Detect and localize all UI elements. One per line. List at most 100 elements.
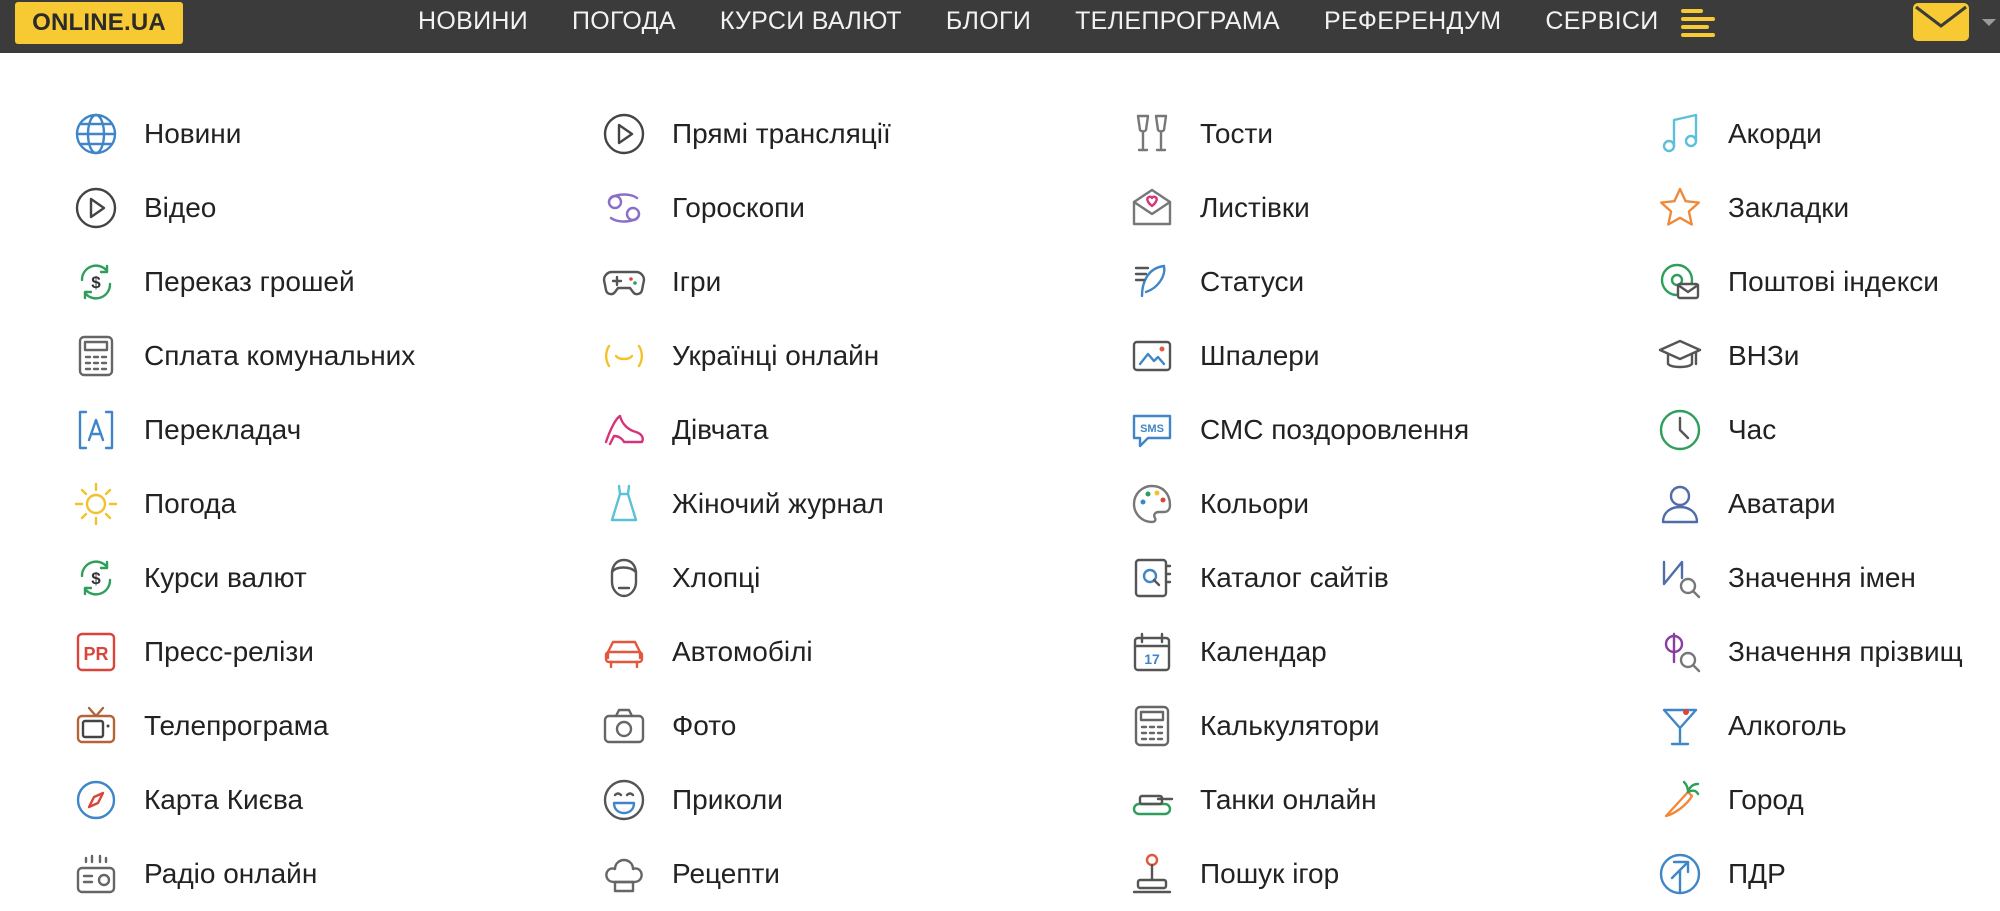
sun-icon bbox=[72, 480, 120, 528]
service-link[interactable]: Рецепти bbox=[600, 837, 891, 911]
service-link[interactable]: Новини bbox=[72, 97, 415, 171]
nav-weather[interactable]: ПОГОДА bbox=[572, 7, 676, 36]
service-link[interactable]: Сплата комунальних bbox=[72, 319, 415, 393]
service-link[interactable]: Фото bbox=[600, 689, 891, 763]
service-link[interactable]: Час bbox=[1656, 393, 1963, 467]
service-label: Автомобілі bbox=[672, 636, 813, 667]
calculator-icon bbox=[1128, 702, 1176, 750]
high-heel-icon bbox=[600, 406, 648, 454]
currency-icon: $ bbox=[72, 554, 120, 602]
service-link[interactable]: Алкоголь bbox=[1656, 689, 1963, 763]
nav-currency[interactable]: КУРСИ ВАЛЮТ bbox=[720, 7, 902, 36]
tv-icon bbox=[72, 702, 120, 750]
service-link[interactable]: SMS СМС поздоровлення bbox=[1128, 393, 1469, 467]
nav-services[interactable]: СЕРВІСИ bbox=[1545, 7, 1658, 36]
play-icon bbox=[600, 110, 648, 158]
service-link[interactable]: ВНЗи bbox=[1656, 319, 1963, 393]
mail-icon[interactable] bbox=[1912, 2, 1970, 42]
money-transfer-icon: $ bbox=[72, 258, 120, 306]
service-link[interactable]: Хлопці bbox=[600, 541, 891, 615]
nav-blogs[interactable]: БЛОГИ bbox=[946, 7, 1031, 36]
palette-icon bbox=[1128, 480, 1176, 528]
chevron-down-icon[interactable] bbox=[1982, 19, 1996, 26]
service-link[interactable]: Телепрограма bbox=[72, 689, 415, 763]
service-link[interactable]: Радіо онлайн bbox=[72, 837, 415, 911]
service-label: СМС поздоровлення bbox=[1200, 414, 1470, 445]
gamepad-icon bbox=[600, 258, 648, 306]
surname-search-icon bbox=[1656, 628, 1704, 676]
man-face-icon bbox=[600, 554, 648, 602]
service-link[interactable]: Тости bbox=[1128, 97, 1469, 171]
service-link[interactable]: Українці онлайн bbox=[600, 319, 891, 393]
service-link[interactable]: PR Пресс-релізи bbox=[72, 615, 415, 689]
service-link[interactable]: Акорди bbox=[1656, 97, 1963, 171]
service-link[interactable]: Аватари bbox=[1656, 467, 1963, 541]
service-link[interactable]: Приколи bbox=[600, 763, 891, 837]
service-label: Погода bbox=[144, 488, 237, 519]
service-label: Переказ грошей bbox=[144, 266, 355, 297]
service-link[interactable]: Статуси bbox=[1128, 245, 1469, 319]
car-icon bbox=[600, 628, 648, 676]
service-link[interactable]: Поштові індекси bbox=[1656, 245, 1963, 319]
service-link[interactable]: Перекладач bbox=[72, 393, 415, 467]
nav-tv-program[interactable]: ТЕЛЕПРОГРАМА bbox=[1075, 7, 1280, 36]
horoscope-icon bbox=[600, 184, 648, 232]
compass-icon bbox=[72, 776, 120, 824]
service-link[interactable]: Город bbox=[1656, 763, 1963, 837]
service-link[interactable]: Значення прізвищ bbox=[1656, 615, 1963, 689]
service-label: Пресс-релізи bbox=[144, 636, 314, 667]
service-link[interactable]: Пошук ігор bbox=[1128, 837, 1469, 911]
service-label: Шпалери bbox=[1200, 340, 1320, 371]
star-icon bbox=[1656, 184, 1704, 232]
service-label: Дівчата bbox=[672, 414, 769, 445]
road-sign-icon bbox=[1656, 850, 1704, 898]
service-link[interactable]: Прямі трансляції bbox=[600, 97, 891, 171]
service-label: Фото bbox=[672, 710, 737, 741]
nav-referendum[interactable]: РЕФЕРЕНДУМ bbox=[1324, 7, 1501, 36]
service-label: Акорди bbox=[1728, 118, 1822, 149]
site-logo[interactable]: ONLINE.UA bbox=[15, 2, 183, 44]
service-label: Листівки bbox=[1200, 192, 1310, 223]
service-label: Новини bbox=[144, 118, 242, 149]
service-label: Приколи bbox=[672, 784, 783, 815]
service-link[interactable]: Закладки bbox=[1656, 171, 1963, 245]
service-label: Значення прізвищ bbox=[1728, 636, 1963, 667]
service-link[interactable]: Танки онлайн bbox=[1128, 763, 1469, 837]
feather-icon bbox=[1128, 258, 1176, 306]
service-link[interactable]: Погода bbox=[72, 467, 415, 541]
avatar-icon bbox=[1656, 480, 1704, 528]
svg-text:17: 17 bbox=[1144, 651, 1160, 667]
service-link[interactable]: Карта Києва bbox=[72, 763, 415, 837]
menu-icon[interactable] bbox=[1680, 6, 1715, 37]
services-column-1: Новини Відео $ Переказ грошей Сплата комунал… bbox=[72, 97, 415, 911]
service-link[interactable]: Кольори bbox=[1128, 467, 1469, 541]
translate-icon bbox=[72, 406, 120, 454]
service-link[interactable]: Відео bbox=[72, 171, 415, 245]
service-link[interactable]: ПДР bbox=[1656, 837, 1963, 911]
service-link[interactable]: Значення імен bbox=[1656, 541, 1963, 615]
glasses-icon bbox=[1128, 110, 1176, 158]
service-label: Поштові індекси bbox=[1728, 266, 1939, 297]
service-link[interactable]: $ Курси валют bbox=[72, 541, 415, 615]
service-label: Пошук ігор bbox=[1200, 858, 1340, 889]
service-label: Карта Києва bbox=[144, 784, 304, 815]
services-column-2: Прямі трансляції Гороскопи Ігри Українці он… bbox=[600, 97, 891, 911]
radio-icon bbox=[72, 850, 120, 898]
tank-icon bbox=[1128, 776, 1176, 824]
service-link[interactable]: Дівчата bbox=[600, 393, 891, 467]
service-link[interactable]: Каталог сайтів bbox=[1128, 541, 1469, 615]
service-link[interactable]: 17 Календар bbox=[1128, 615, 1469, 689]
music-note-icon bbox=[1656, 110, 1704, 158]
service-link[interactable]: Ігри bbox=[600, 245, 891, 319]
service-link[interactable]: Калькулятори bbox=[1128, 689, 1469, 763]
service-link[interactable]: Листівки bbox=[1128, 171, 1469, 245]
service-link[interactable]: $ Переказ грошей bbox=[72, 245, 415, 319]
service-link[interactable]: Гороскопи bbox=[600, 171, 891, 245]
nav-news[interactable]: НОВИНИ bbox=[418, 7, 528, 36]
service-link[interactable]: Автомобілі bbox=[600, 615, 891, 689]
svg-text:SMS: SMS bbox=[1140, 423, 1164, 435]
service-link[interactable]: Шпалери bbox=[1128, 319, 1469, 393]
service-label: Прямі трансляції bbox=[672, 118, 891, 149]
main-nav: НОВИНИ ПОГОДА КУРСИ ВАЛЮТ БЛОГИ ТЕЛЕПРОГ… bbox=[418, 0, 1715, 42]
service-link[interactable]: Жіночий журнал bbox=[600, 467, 891, 541]
